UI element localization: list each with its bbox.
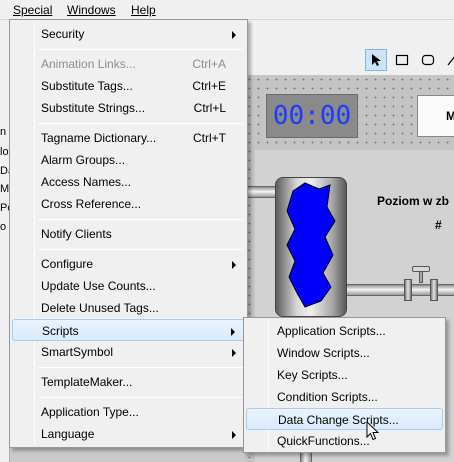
window-button[interactable]: M bbox=[417, 95, 454, 137]
menu-special-label: Special bbox=[13, 3, 53, 17]
explorer-text: n bbox=[0, 126, 7, 138]
menu-separator bbox=[38, 123, 244, 124]
menu-special[interactable]: Special bbox=[13, 3, 52, 17]
menu-separator bbox=[38, 249, 244, 250]
rectangle-tool-button[interactable] bbox=[391, 49, 413, 71]
tank-level-value: # bbox=[435, 218, 442, 232]
submenu-item-key-scripts[interactable]: Key Scripts... bbox=[246, 364, 443, 386]
submenu-item-window-scripts[interactable]: Window Scripts... bbox=[246, 342, 443, 364]
menu-item-shortcut: Ctrl+T bbox=[193, 131, 226, 145]
submenu-item-label: Data Change Scripts... bbox=[278, 413, 399, 427]
menu-separator bbox=[38, 397, 244, 398]
menu-item-label: Update Use Counts... bbox=[41, 279, 156, 293]
menu-windows-label: Windows bbox=[67, 3, 116, 17]
menu-item-label: Configure bbox=[41, 257, 94, 271]
submenu-item-condition-scripts[interactable]: Condition Scripts... bbox=[246, 386, 443, 408]
line-icon bbox=[447, 56, 454, 66]
pipe-inlet bbox=[245, 186, 277, 198]
menu-item-label: Animation Links... bbox=[41, 57, 136, 71]
menu-item-label: Notify Clients bbox=[41, 227, 112, 241]
window-button-label: M bbox=[446, 109, 454, 123]
submenu-item-label: Window Scripts... bbox=[277, 346, 370, 360]
rectangle-icon bbox=[395, 54, 409, 66]
clock-text: 00:00 bbox=[272, 101, 352, 131]
menu-item-label: Substitute Strings... bbox=[41, 101, 146, 115]
submenu-item-label: Key Scripts... bbox=[277, 368, 348, 382]
clock-display: 00:00 bbox=[266, 94, 358, 138]
explorer-text: M bbox=[0, 183, 10, 195]
menu-separator bbox=[38, 367, 244, 368]
menu-item-label: Cross Reference... bbox=[41, 197, 142, 211]
menu-item-shortcut: Ctrl+E bbox=[192, 79, 226, 93]
submenu-item-label: Condition Scripts... bbox=[277, 390, 378, 404]
menu-bar: Special Windows Help bbox=[0, 0, 454, 20]
menu-separator bbox=[38, 49, 244, 50]
menu-item-label: Application Type... bbox=[41, 405, 139, 419]
submenu-arrow-icon bbox=[232, 261, 236, 269]
menu-item-label: SmartSymbol bbox=[41, 345, 114, 359]
pointer-icon bbox=[372, 54, 381, 66]
submenu-item-data-change-scripts[interactable]: Data Change Scripts... bbox=[246, 408, 443, 430]
menu-item-access-names[interactable]: Access Names... bbox=[12, 171, 245, 193]
explorer-text: lo bbox=[0, 146, 9, 158]
rounded-rectangle-icon bbox=[421, 54, 435, 66]
line-tool-button[interactable] bbox=[441, 49, 454, 71]
menu-item-notify-clients[interactable]: Notify Clients bbox=[12, 223, 245, 245]
menu-windows[interactable]: Windows bbox=[67, 3, 116, 17]
menu-item-language[interactable]: Language bbox=[12, 423, 245, 445]
menu-help[interactable]: Help bbox=[131, 3, 156, 17]
menu-item-label: Language bbox=[41, 427, 95, 441]
submenu-arrow-icon bbox=[232, 31, 236, 39]
menu-item-security[interactable]: Security bbox=[12, 23, 245, 45]
tank-level-icon bbox=[286, 182, 336, 308]
menu-item-substitute-strings[interactable]: Substitute Strings... Ctrl+L bbox=[12, 97, 245, 119]
menu-item-shortcut: Ctrl+L bbox=[193, 101, 226, 115]
menu-item-configure[interactable]: Configure bbox=[12, 253, 245, 275]
submenu-item-label: QuickFunctions... bbox=[277, 434, 370, 448]
rounded-rectangle-tool-button[interactable] bbox=[417, 49, 439, 71]
submenu-item-quickfunctions[interactable]: QuickFunctions... bbox=[246, 430, 443, 452]
valve-flange-left bbox=[404, 279, 412, 301]
menu-item-alarm-groups[interactable]: Alarm Groups... bbox=[12, 149, 245, 171]
menu-item-delete-unused-tags[interactable]: Delete Unused Tags... bbox=[12, 297, 245, 319]
menu-item-label: Access Names... bbox=[41, 175, 132, 189]
submenu-arrow-icon bbox=[232, 431, 236, 439]
menu-item-animation-links[interactable]: Animation Links... Ctrl+A bbox=[12, 53, 245, 75]
menu-item-label: TemplateMaker... bbox=[41, 375, 133, 389]
tank-level-label: Poziom w zb bbox=[377, 194, 449, 208]
menu-item-shortcut: Ctrl+A bbox=[192, 57, 226, 71]
menu-item-smartsymbol[interactable]: SmartSymbol bbox=[12, 341, 245, 363]
explorer-text: o bbox=[0, 221, 7, 233]
menu-item-scripts[interactable]: Scripts bbox=[12, 319, 245, 341]
valve-flange-right bbox=[430, 279, 438, 301]
submenu-item-label: Application Scripts... bbox=[277, 324, 386, 338]
submenu-item-application-scripts[interactable]: Application Scripts... bbox=[246, 320, 443, 342]
special-menu: Security Animation Links... Ctrl+A Subst… bbox=[9, 19, 248, 448]
menu-item-tagname-dictionary[interactable]: Tagname Dictionary... Ctrl+T bbox=[12, 127, 245, 149]
scripts-submenu: Application Scripts... Window Scripts...… bbox=[243, 317, 446, 453]
menu-item-update-use-counts[interactable]: Update Use Counts... bbox=[12, 275, 245, 297]
mouse-cursor-icon bbox=[366, 421, 380, 441]
menu-item-label: Delete Unused Tags... bbox=[41, 301, 159, 315]
menu-item-cross-reference[interactable]: Cross Reference... bbox=[12, 193, 245, 215]
menu-item-label: Alarm Groups... bbox=[41, 153, 126, 167]
valve-stem bbox=[419, 271, 423, 283]
menu-item-application-type[interactable]: Application Type... bbox=[12, 401, 245, 423]
menu-item-label: Security bbox=[41, 27, 85, 41]
pointer-tool-button[interactable] bbox=[365, 49, 387, 71]
menu-help-label: Help bbox=[131, 3, 156, 17]
menu-item-substitute-tags[interactable]: Substitute Tags... Ctrl+E bbox=[12, 75, 245, 97]
menu-item-templatemaker[interactable]: TemplateMaker... bbox=[12, 371, 245, 393]
submenu-arrow-icon bbox=[231, 328, 235, 336]
tank bbox=[275, 177, 347, 317]
submenu-arrow-icon bbox=[232, 349, 236, 357]
menu-item-label: Tagname Dictionary... bbox=[41, 131, 157, 145]
menu-item-label: Scripts bbox=[42, 324, 79, 338]
menu-separator bbox=[38, 219, 244, 220]
menu-item-label: Substitute Tags... bbox=[41, 79, 133, 93]
